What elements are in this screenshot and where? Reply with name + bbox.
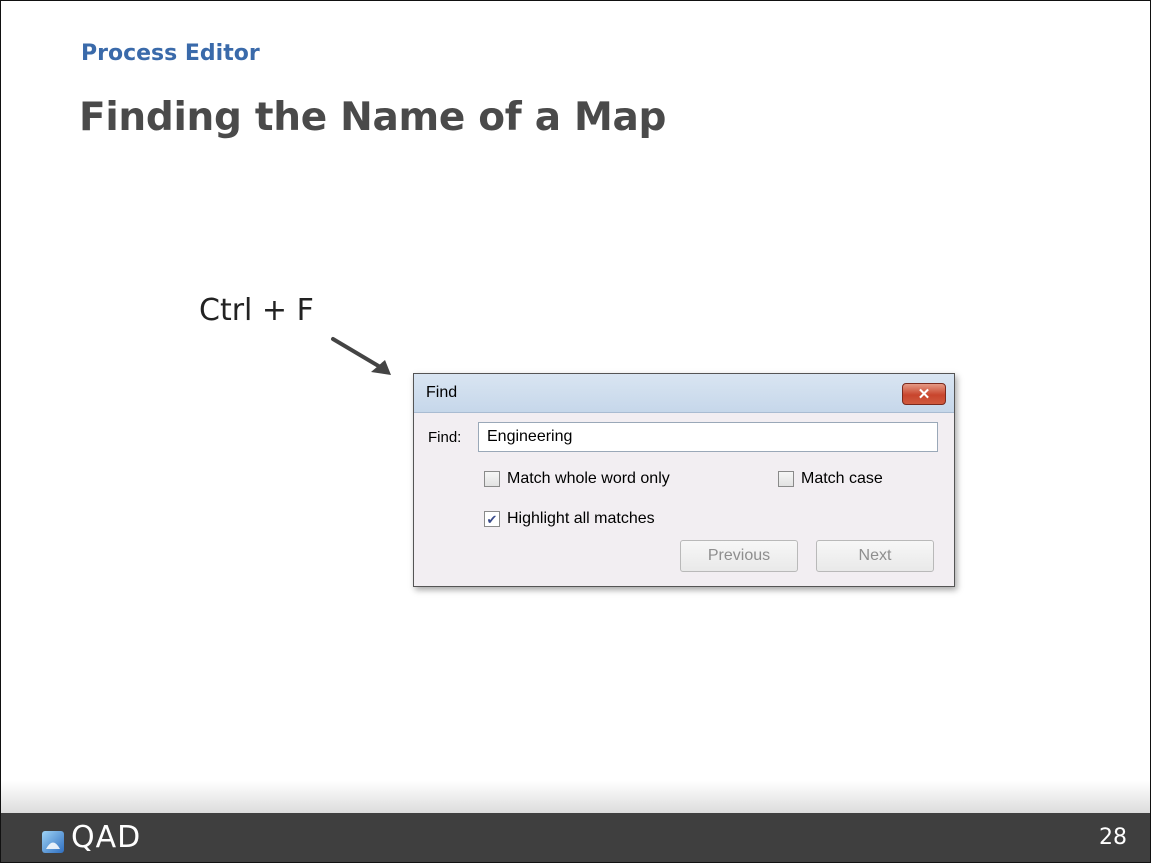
close-icon: ✕ — [917, 386, 931, 403]
highlight-all-checkbox[interactable]: ✔ — [484, 511, 500, 527]
pointer-arrow-icon — [331, 337, 391, 375]
checkmark-icon: ✔ — [486, 511, 498, 527]
page-number: 28 — [1099, 825, 1127, 850]
footer-shade — [1, 781, 1150, 813]
match-whole-word-checkbox[interactable] — [484, 471, 500, 487]
match-case-checkbox[interactable] — [778, 471, 794, 487]
footer-bar — [1, 813, 1150, 862]
previous-button[interactable]: Previous — [680, 540, 798, 572]
slide-title: Finding the Name of a Map — [79, 95, 667, 140]
close-button[interactable]: ✕ — [902, 383, 946, 405]
match-case-option[interactable]: Match case — [778, 470, 883, 488]
dialog-title: Find — [426, 384, 458, 401]
highlight-all-option[interactable]: ✔ Highlight all matches — [484, 510, 655, 528]
find-input[interactable] — [478, 422, 938, 452]
slide: Process Editor Finding the Name of a Map… — [0, 0, 1151, 863]
next-button[interactable]: Next — [816, 540, 934, 572]
match-case-label: Match case — [801, 470, 883, 487]
slide-subtitle: Process Editor — [81, 41, 260, 66]
find-label: Find: — [428, 429, 462, 446]
match-whole-word-option[interactable]: Match whole word only — [484, 470, 670, 488]
dialog-titlebar: Find ✕ — [414, 374, 954, 413]
qad-logo-icon — [42, 831, 64, 853]
keyboard-shortcut-label: Ctrl + F — [199, 293, 314, 328]
find-dialog: Find ✕ Find: Match whole word only Match… — [413, 373, 955, 587]
qad-logo-text: QAD — [71, 820, 142, 855]
match-whole-word-label: Match whole word only — [507, 470, 670, 487]
highlight-all-label: Highlight all matches — [507, 510, 655, 527]
